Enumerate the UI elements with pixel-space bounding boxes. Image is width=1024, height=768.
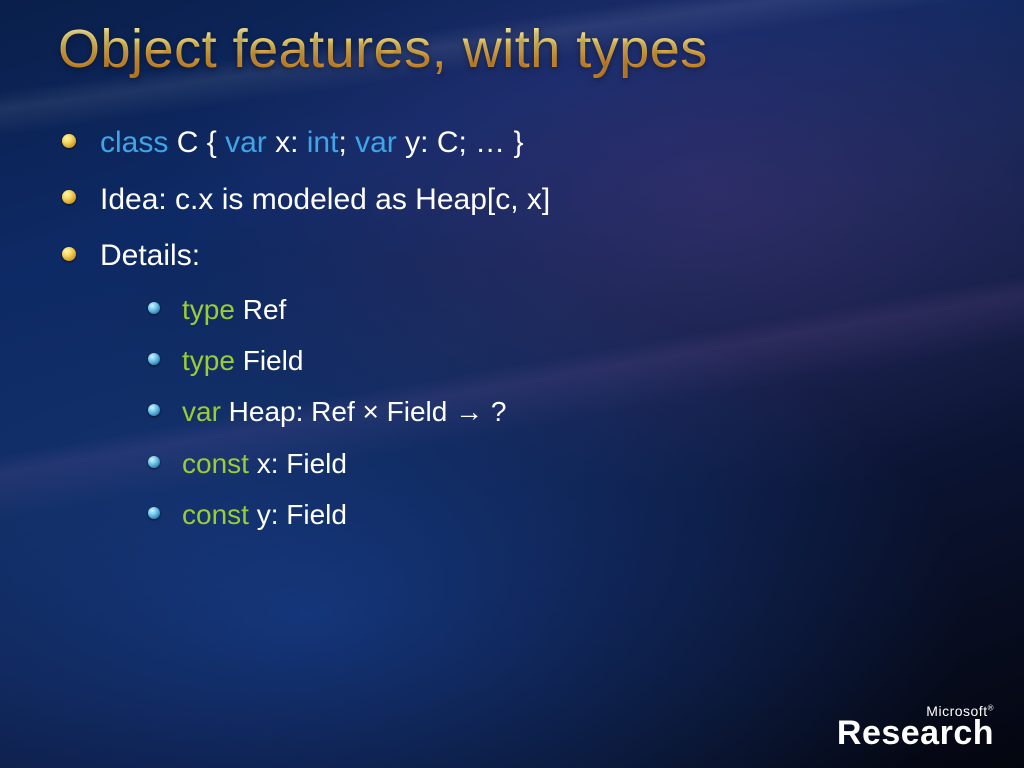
text-xdecl: x: (267, 126, 307, 159)
keyword-var-2: var (355, 126, 397, 159)
text-ydecl: y: C; … } (397, 126, 524, 159)
sub-const-y: const y: Field (148, 493, 964, 536)
logo-trademark: ® (988, 703, 994, 712)
bullet-idea: Idea: c.x is modeled as Heap[c, x] (60, 177, 964, 224)
slide-title: Object features, with types (58, 18, 984, 80)
text-x-field: x: Field (249, 448, 347, 479)
text-y-field: y: Field (249, 499, 347, 530)
bullet-list: class C { var x: int; var y: C; … } Idea… (60, 120, 964, 536)
bullet-class-decl: class C { var x: int; var y: C; … } (60, 120, 964, 167)
keyword-const-y: const (182, 499, 249, 530)
keyword-type-1: type (182, 294, 235, 325)
keyword-var-1: var (225, 126, 267, 159)
text-cname: C { (168, 126, 225, 159)
slide: Object features, with types class C { va… (0, 0, 1024, 768)
text-field: Field (235, 345, 303, 376)
sub-type-field: type Field (148, 339, 964, 382)
logo-research-text: Research (837, 716, 994, 750)
text-heap: Heap: Ref × Field → ? (221, 396, 507, 427)
sub-type-ref: type Ref (148, 288, 964, 331)
text-details: Details: (100, 239, 200, 272)
keyword-int: int (307, 126, 339, 159)
keyword-type-2: type (182, 345, 235, 376)
sub-bullet-list: type Ref type Field var Heap: Ref × Fiel… (148, 288, 964, 537)
keyword-var-heap: var (182, 396, 221, 427)
slide-body: class C { var x: int; var y: C; … } Idea… (60, 120, 964, 546)
sub-var-heap: var Heap: Ref × Field → ? (148, 390, 964, 433)
bullet-details: Details: type Ref type Field var Heap: R… (60, 233, 964, 536)
sub-const-x: const x: Field (148, 442, 964, 485)
keyword-const-x: const (182, 448, 249, 479)
text-idea: Idea: c.x is modeled as Heap[c, x] (100, 183, 550, 216)
microsoft-research-logo: Microsoft® Research (837, 704, 994, 750)
text-ref: Ref (235, 294, 286, 325)
keyword-class: class (100, 126, 168, 159)
text-semi1: ; (338, 126, 355, 159)
